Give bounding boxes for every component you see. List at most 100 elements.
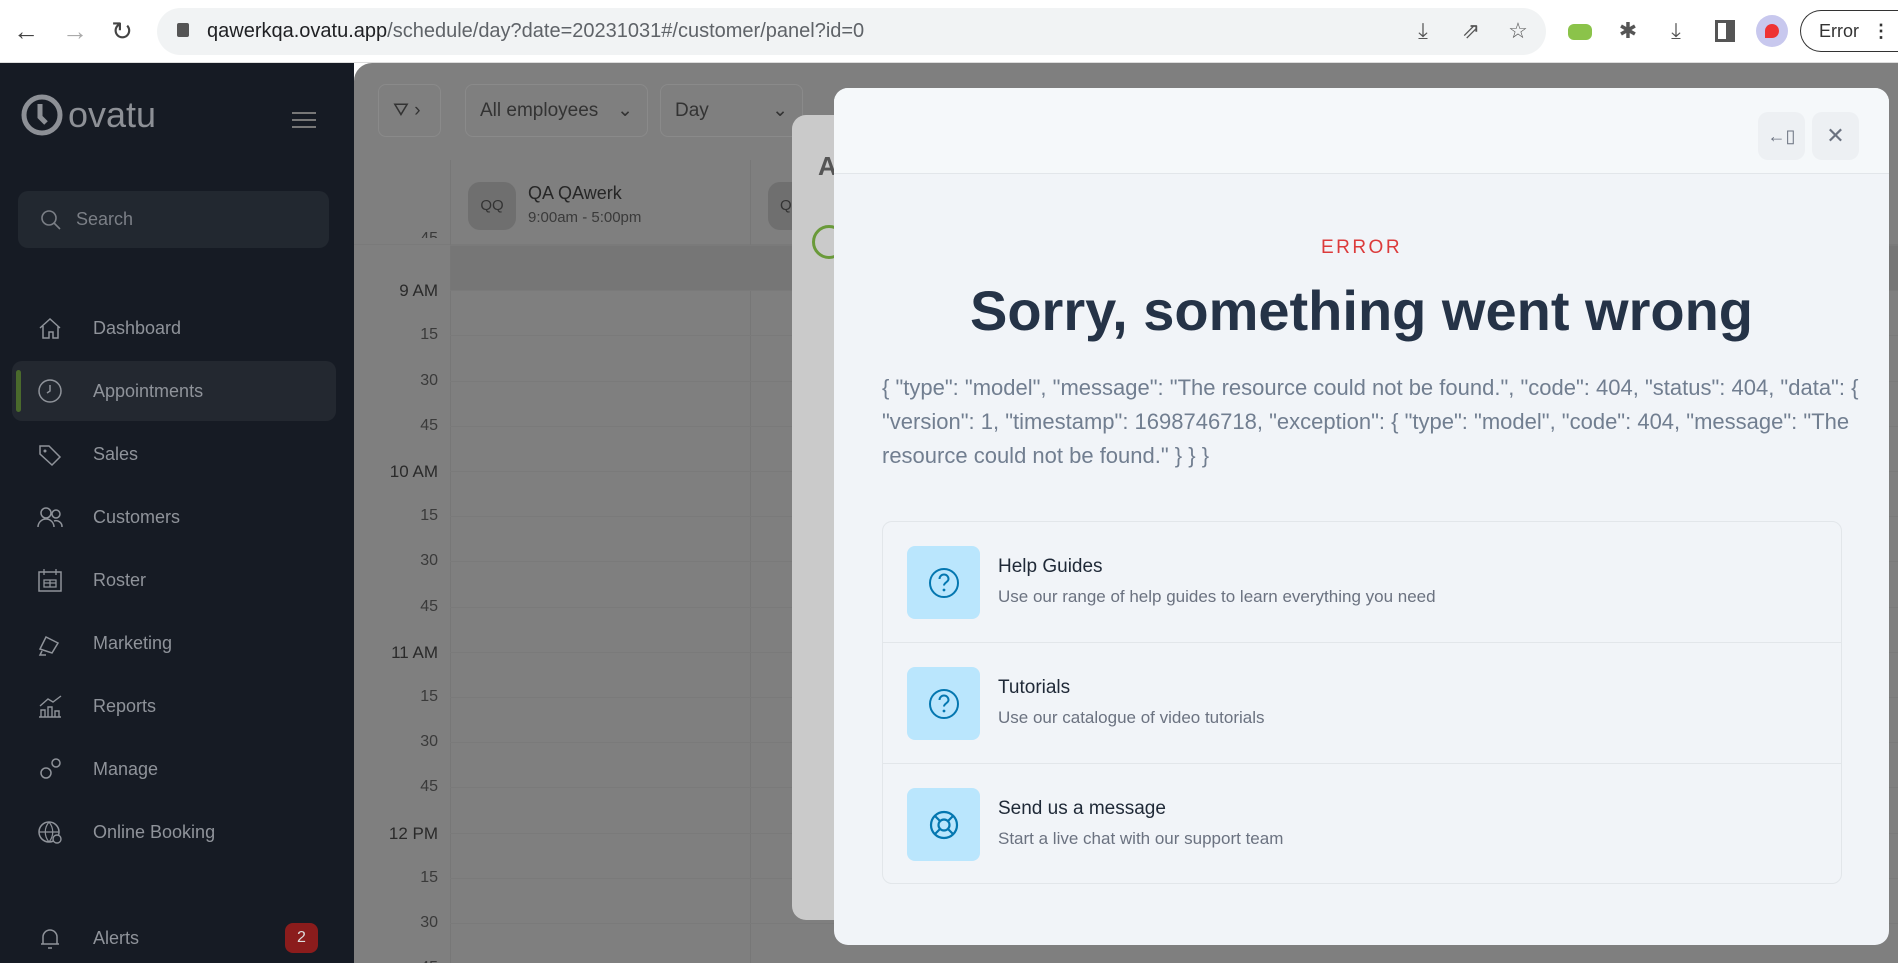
sidebar: ovatu Search Dashboard Appointments Sales C… xyxy=(0,63,354,963)
globe-gear-icon xyxy=(38,821,62,844)
time-label: 45 xyxy=(420,778,438,796)
reload-icon[interactable]: ↻ xyxy=(105,14,139,48)
sidebar-item-appointments[interactable]: Appointments xyxy=(12,361,336,421)
alerts-badge: 2 xyxy=(285,923,318,953)
card-title: Tutorials xyxy=(998,677,1071,698)
sidebar-item-manage[interactable]: Manage xyxy=(12,739,336,799)
chevron-down-icon: ⌄ xyxy=(772,100,788,121)
sidebar-item-label: Online Booking xyxy=(93,821,216,842)
time-label: 15 xyxy=(420,688,438,705)
view-select[interactable]: Day ⌄ xyxy=(660,84,803,137)
address-bar[interactable]: qawerkqa.ovatu.app/schedule/day?date=202… xyxy=(157,8,1546,55)
time-label: 45 xyxy=(420,597,438,615)
expand-panel-icon[interactable]: ←▯ xyxy=(1758,112,1805,160)
time-label: 45 xyxy=(354,959,438,963)
share-icon[interactable]: ⇗ xyxy=(1456,16,1486,46)
megaphone-icon xyxy=(38,635,60,656)
url-path: /schedule/day?date=20231031#/customer/pa… xyxy=(387,20,865,42)
profile-error-label: Error xyxy=(1819,21,1859,41)
avatar[interactable] xyxy=(1756,15,1788,47)
filter-button[interactable]: ⛛ › xyxy=(378,84,441,137)
time-label: 9 AM xyxy=(399,281,438,301)
time-label: 45 xyxy=(420,416,438,434)
employee-name[interactable]: QA QAwerk xyxy=(528,183,622,204)
error-panel: ←▯ ✕ ERROR Sorry, something went wrong {… xyxy=(834,88,1889,945)
time-label: 30 xyxy=(420,552,438,570)
panel-header: ←▯ ✕ xyxy=(834,88,1889,174)
help-card-tutorials[interactable]: Tutorials Use our catalogue of video tuto… xyxy=(883,643,1841,764)
sidebar-item-label: Manage xyxy=(93,758,159,779)
home-icon xyxy=(39,317,61,339)
logo-text: ovatu xyxy=(68,94,157,135)
error-title: Sorry, something went wrong xyxy=(969,279,1753,342)
camera-extension-icon[interactable] xyxy=(1568,24,1592,40)
sidebar-item-alerts[interactable]: Alerts 2 xyxy=(12,913,336,963)
sidebar-item-marketing[interactable]: Marketing xyxy=(12,613,336,673)
time-label: 12 PM xyxy=(388,823,438,843)
sidebar-item-customers[interactable]: Customers xyxy=(12,487,336,547)
time-label: 30 xyxy=(420,733,438,751)
search-icon xyxy=(41,209,61,230)
sidebar-item-dashboard[interactable]: Dashboard xyxy=(12,298,336,358)
help-cards: Help Guides Use our range of help guides … xyxy=(882,521,1842,884)
tag-icon xyxy=(39,445,62,467)
employee-avatar: QQ xyxy=(468,182,516,230)
side-panel-icon[interactable] xyxy=(1715,20,1735,42)
sidebar-item-label: Customers xyxy=(93,506,181,527)
employee-select-value: All employees xyxy=(480,99,599,121)
download-icon[interactable]: ⤓ xyxy=(1661,16,1691,46)
gears-icon xyxy=(40,758,61,779)
search-input[interactable]: Search xyxy=(18,191,329,248)
card-description: Use our catalogue of video tutorials xyxy=(998,708,1265,727)
error-label: ERROR xyxy=(1320,237,1403,258)
lock-icon xyxy=(177,23,189,37)
sidebar-item-label: Marketing xyxy=(93,632,173,653)
search-placeholder: Search xyxy=(76,209,134,229)
question-circle-icon xyxy=(907,667,980,740)
sidebar-item-online-booking[interactable]: Online Booking xyxy=(12,802,336,862)
employee-select[interactable]: All employees ⌄ xyxy=(465,84,648,137)
view-select-value: Day xyxy=(675,99,709,121)
close-icon[interactable]: ✕ xyxy=(1812,112,1859,160)
lifebuoy-icon xyxy=(907,788,980,861)
time-label: 10 AM xyxy=(389,462,438,481)
sidebar-item-label: Alerts xyxy=(93,927,140,948)
time-label: 15 xyxy=(420,326,438,344)
sidebar-item-label: Roster xyxy=(93,569,147,590)
star-icon[interactable]: ☆ xyxy=(1503,16,1533,46)
chart-icon xyxy=(39,695,62,718)
logo: ovatu xyxy=(20,93,156,137)
sidebar-item-sales[interactable]: Sales xyxy=(12,424,336,484)
time-label: 15 xyxy=(420,507,438,525)
browser-toolbar: ← → ↻ qawerkqa.ovatu.app/schedule/day?da… xyxy=(0,0,1898,63)
sidebar-item-reports[interactable]: Reports xyxy=(12,676,336,736)
install-icon[interactable]: ⤓ xyxy=(1408,16,1438,46)
time-label: 30 xyxy=(420,371,438,389)
time-label: 15 xyxy=(420,868,438,886)
card-description: Start a live chat with our support team xyxy=(998,829,1284,848)
sidebar-item-label: Appointments xyxy=(93,380,204,401)
menu-icon[interactable]: ⋮ xyxy=(1872,11,1890,51)
card-description: Use our range of help guides to learn ev… xyxy=(998,587,1436,606)
back-icon[interactable]: ← xyxy=(9,14,43,48)
employee-hours: 9:00am - 5:00pm xyxy=(528,209,642,226)
hamburger-icon[interactable] xyxy=(292,107,316,133)
url-host: qawerkqa.ovatu.app xyxy=(207,20,388,42)
clock-logo-icon xyxy=(21,94,63,136)
sidebar-item-roster[interactable]: Roster xyxy=(12,550,336,610)
help-card-help-guides[interactable]: Help Guides Use our range of help guides … xyxy=(883,522,1841,643)
filter-icon: ⛛ › xyxy=(393,99,421,121)
question-circle-icon xyxy=(907,546,980,619)
sidebar-item-label: Reports xyxy=(93,695,157,716)
profile-error-button[interactable]: Error ⋮ xyxy=(1800,10,1898,52)
puzzle-icon[interactable]: ✱ xyxy=(1613,16,1643,46)
users-icon xyxy=(37,507,63,528)
help-card-send-us-a-message[interactable]: Send us a message Start a live chat with … xyxy=(883,764,1841,885)
clock-icon xyxy=(38,379,62,403)
chevron-down-icon: ⌄ xyxy=(617,100,633,121)
card-title: Send us a message xyxy=(998,798,1166,819)
forward-icon[interactable]: → xyxy=(58,14,92,48)
sidebar-item-label: Sales xyxy=(93,443,139,464)
time-label: 45 xyxy=(354,230,438,238)
calendar-icon xyxy=(38,569,62,592)
